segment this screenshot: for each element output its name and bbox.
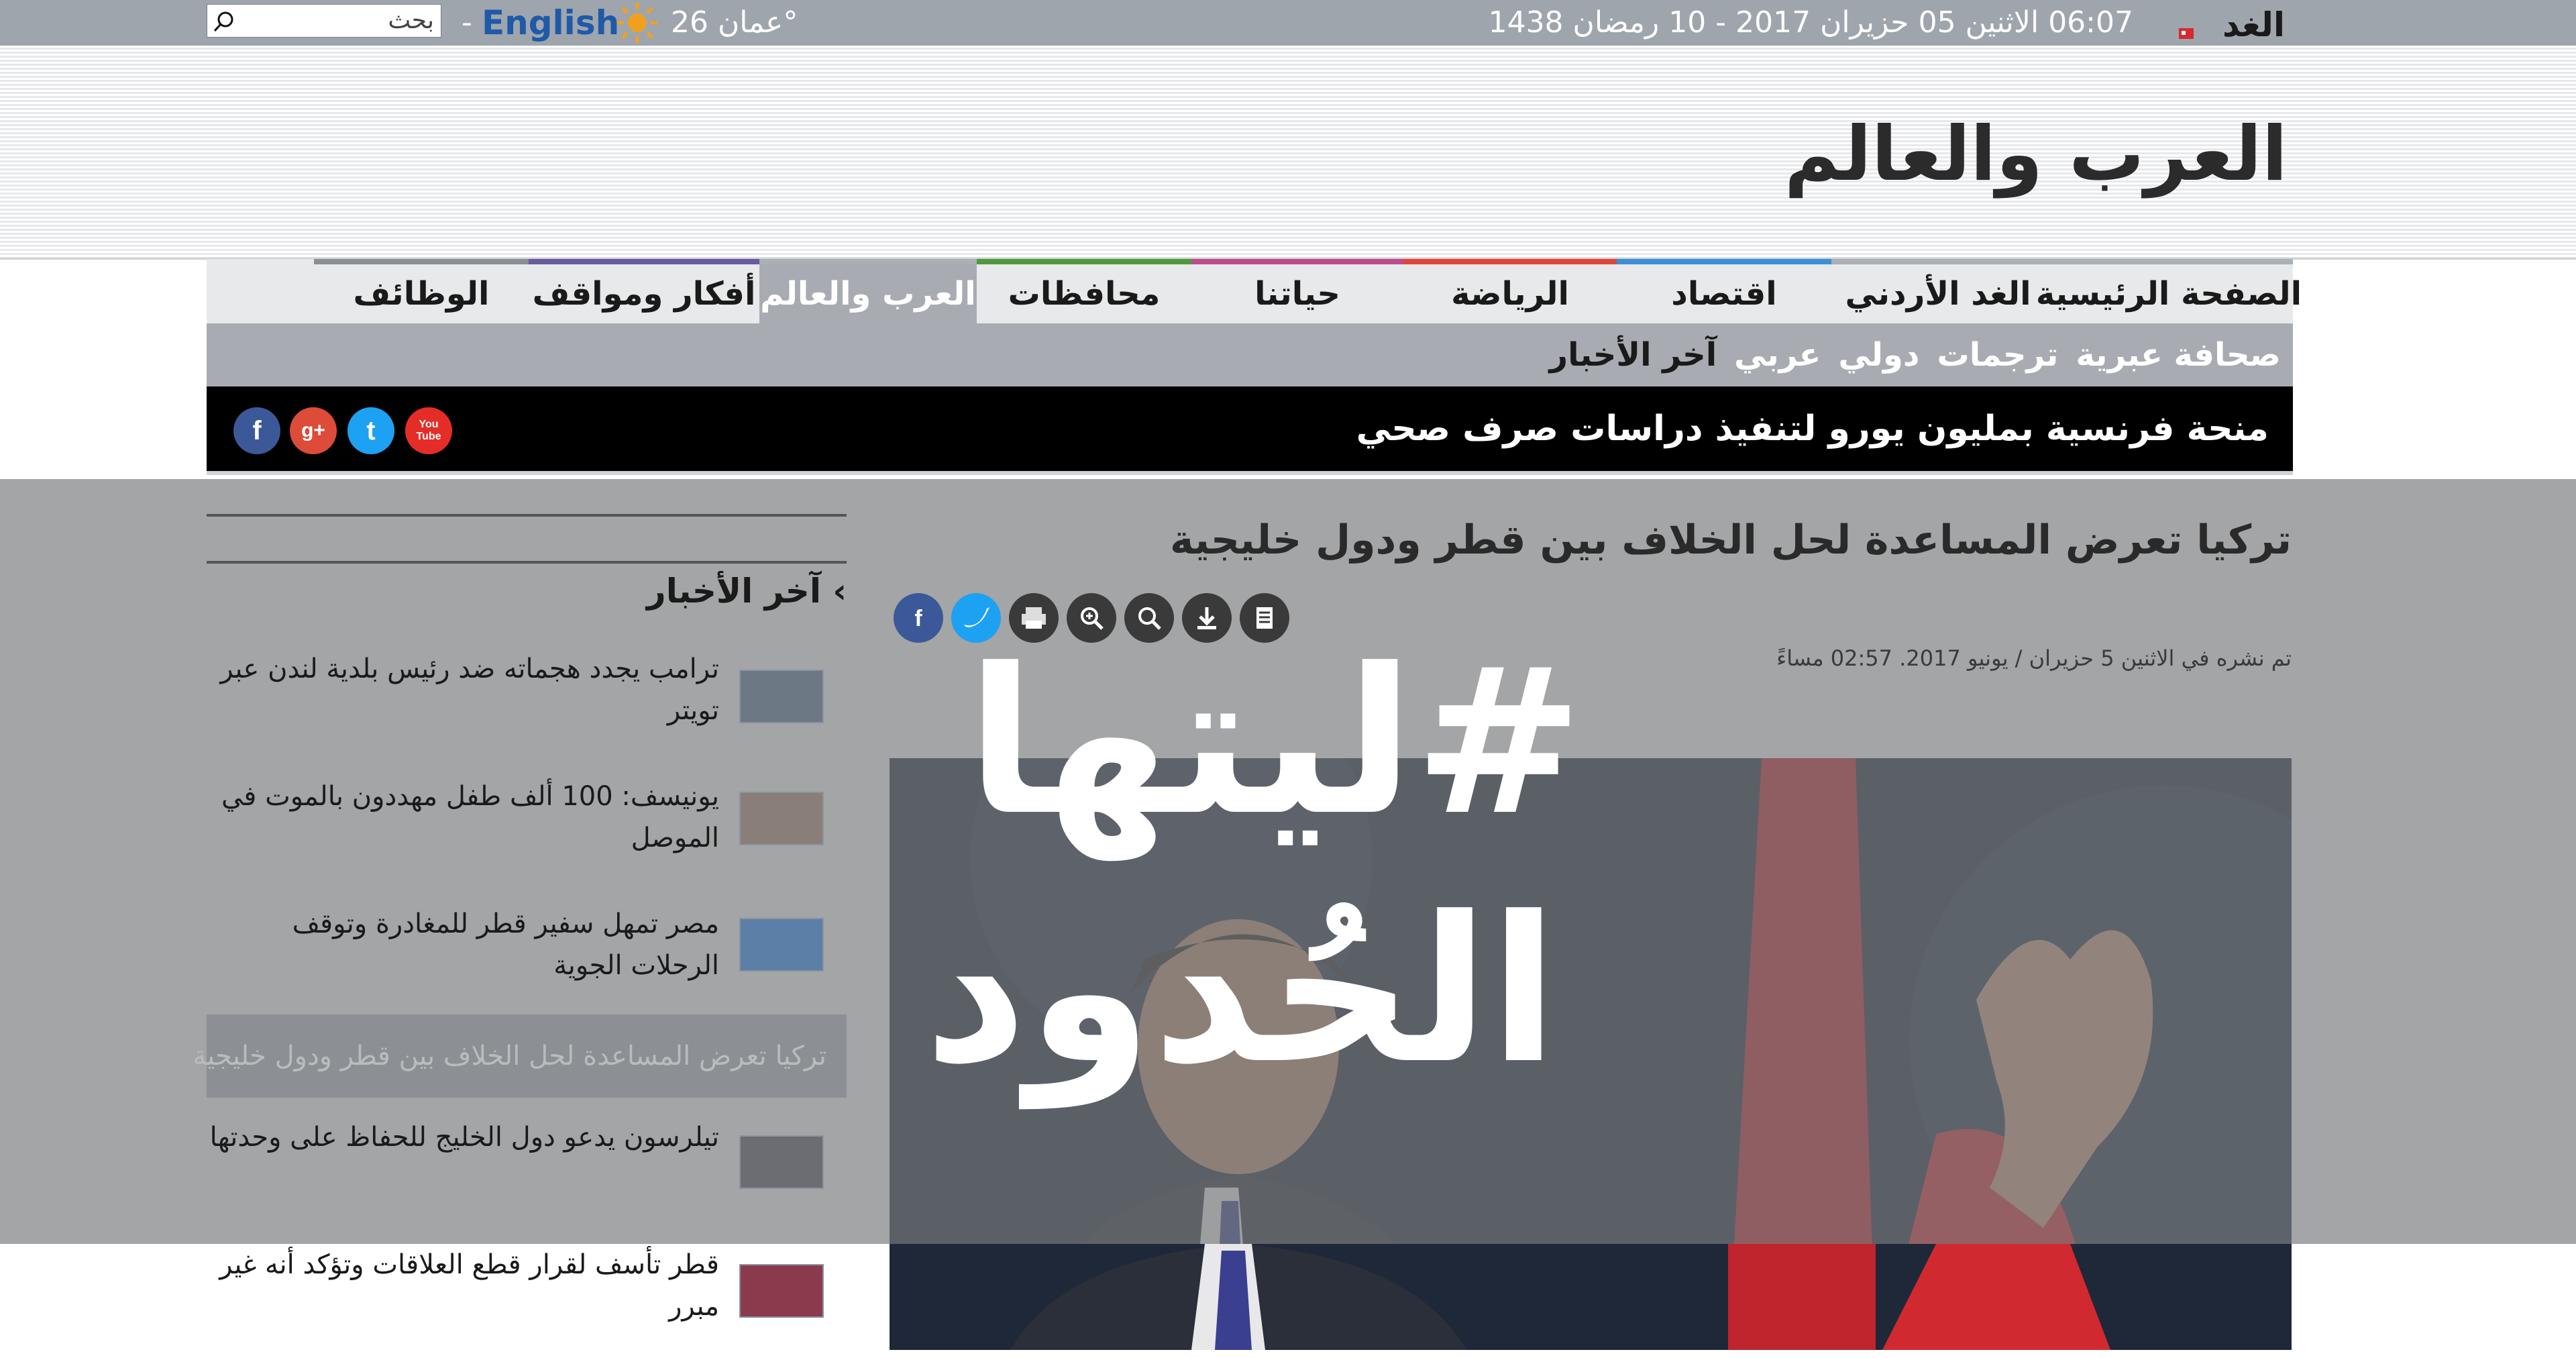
sub-nav: آخر الأخبار عربي دولي ترجمات صحافة عبرية xyxy=(207,323,2293,386)
list-item[interactable]: يونيسف: 100 ألف طفل مهددون بالموت في الم… xyxy=(207,776,847,890)
site-logo[interactable]: الغد xyxy=(2172,3,2288,44)
page-title: العرب والعالم xyxy=(1784,111,2288,198)
twitter-icon[interactable]: t xyxy=(347,407,394,454)
chevron-right-icon: › xyxy=(820,572,847,611)
nav-item-jordan[interactable]: الغد الأردني xyxy=(1831,259,2045,323)
nav-item-home[interactable]: الصفحة الرئيسية xyxy=(2036,259,2302,323)
hashtag-line2: الحُدود xyxy=(926,874,1558,1110)
breaking-news-ticker: منحة فرنسية بمليون يورو لتنفيذ دراسات صر… xyxy=(207,386,2293,475)
nav-item-economy[interactable]: اقتصاد xyxy=(1617,259,1831,323)
sidebar-heading-text: آخر الأخبار xyxy=(646,572,821,611)
svg-text:f: f xyxy=(914,606,922,631)
subnav-item-latest[interactable]: آخر الأخبار xyxy=(1550,336,1717,374)
youtube-icon[interactable]: You Tube xyxy=(405,407,452,454)
ticker-headline[interactable]: منحة فرنسية بمليون يورو لتنفيذ دراسات صر… xyxy=(1356,386,2269,471)
hashtag-line1: #ليتها xyxy=(966,625,1570,862)
list-item-text[interactable]: تيلرسون يدعو دول الخليج للحفاظ على وحدته… xyxy=(209,1116,719,1158)
list-item-text[interactable]: قطر تأسف لقرار قطع العلاقات وتؤكد أنه غي… xyxy=(209,1244,719,1327)
nav-item-governorates[interactable]: محافظات xyxy=(977,259,1191,323)
list-item[interactable]: مصر تمهل سفير قطر للمغادرة وتوقف الرحلات… xyxy=(207,903,847,1017)
subnav-item-hebrew-press[interactable]: صحافة عبرية xyxy=(2076,336,2281,374)
news-thumbnail xyxy=(739,1135,824,1189)
nav-item-lifestyle[interactable]: حياتنا xyxy=(1191,259,1403,323)
news-thumbnail xyxy=(739,1264,824,1318)
search-input[interactable]: بحث xyxy=(207,4,441,38)
main-nav: الصفحة الرئيسية الغد الأردني اقتصاد الري… xyxy=(207,259,2302,323)
weather-text: عمان 26° xyxy=(671,5,798,40)
news-thumbnail xyxy=(739,792,824,845)
list-item-active[interactable]: تركيا تعرض المساعدة لحل الخلاف بين قطر و… xyxy=(193,1014,847,1098)
sidebar-divider xyxy=(207,561,847,564)
nav-item-arab-world[interactable]: العرب والعالم xyxy=(759,259,977,323)
article-photo-lower xyxy=(890,1244,2292,1350)
list-item-text[interactable]: تركيا تعرض المساعدة لحل الخلاف بين قطر و… xyxy=(193,1014,827,1098)
logo-text: الغد xyxy=(2222,5,2285,43)
list-item-text[interactable]: ترامب يجدد هجماته ضد رئيس بلدية لندن عبر… xyxy=(209,648,719,731)
list-item-text[interactable]: يونيسف: 100 ألف طفل مهددون بالموت في الم… xyxy=(209,776,719,859)
news-thumbnail xyxy=(739,918,824,972)
subnav-item-translations[interactable]: ترجمات xyxy=(1937,336,2058,374)
news-thumbnail xyxy=(739,670,824,723)
list-item-text[interactable]: مصر تمهل سفير قطر للمغادرة وتوقف الرحلات… xyxy=(209,903,719,986)
search-placeholder: بحث xyxy=(388,7,434,34)
sun-icon xyxy=(616,1,659,44)
date-time: 06:07 الاثنين 05 حزيران 2017 - 10 رمضان … xyxy=(1488,5,2133,40)
list-item[interactable]: قطر تأسف لقرار قطع العلاقات وتؤكد أنه غي… xyxy=(207,1244,847,1358)
nav-item-opinion[interactable]: أفكار ومواقف xyxy=(529,259,759,323)
topbar-separator: - xyxy=(462,5,472,40)
googleplus-icon[interactable]: g+ xyxy=(290,407,337,454)
article-title: تركيا تعرض المساعدة لحل الخلاف بين قطر و… xyxy=(1169,517,2292,564)
subnav-item-international[interactable]: دولي xyxy=(1838,336,1919,374)
nav-item-sports[interactable]: الرياضة xyxy=(1403,259,1617,323)
facebook-icon[interactable]: f xyxy=(233,407,280,454)
search-icon[interactable] xyxy=(213,10,235,33)
nav-item-jobs[interactable]: الوظائف xyxy=(314,259,529,323)
english-link[interactable]: English xyxy=(482,0,619,46)
hashtag-graphic: #ليتها الحُدود xyxy=(924,590,1583,1167)
list-item[interactable]: تيلرسون يدعو دول الخليج للحفاظ على وحدته… xyxy=(207,1116,847,1231)
subnav-item-arab[interactable]: عربي xyxy=(1734,336,1821,374)
article-date: تم نشره في الاثنين 5 حزيران / يونيو 2017… xyxy=(1776,645,2292,671)
sidebar-heading: › آخر الأخبار xyxy=(647,572,847,611)
sidebar-divider xyxy=(207,514,847,517)
list-item[interactable]: ترامب يجدد هجماته ضد رئيس بلدية لندن عبر… xyxy=(207,648,847,762)
